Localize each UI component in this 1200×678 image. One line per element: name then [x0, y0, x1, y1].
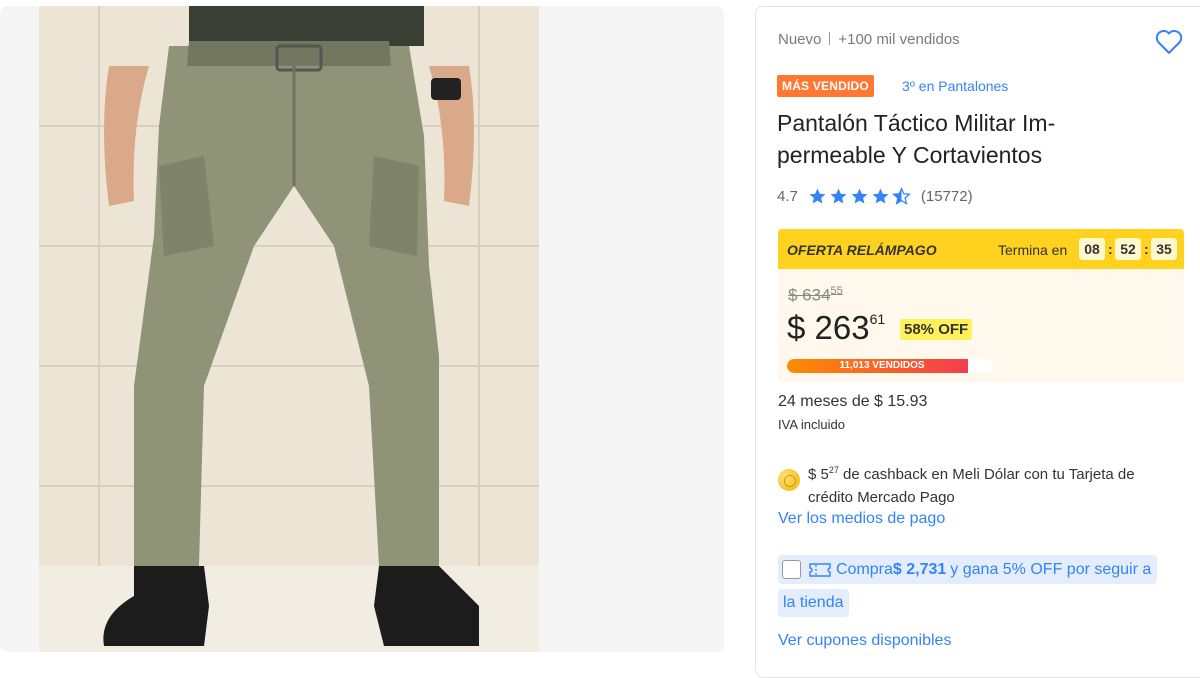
cashback-text: $ 527 de cashback en Meli Dólar con tu T…: [808, 459, 1178, 509]
coupon-line-2[interactable]: la tienda: [778, 589, 849, 617]
coupon-amount: $ 2,731: [892, 560, 947, 578]
product-photo[interactable]: [39, 6, 539, 652]
cashback-info: $ 527 de cashback en Meli Dólar con tu T…: [778, 459, 1178, 509]
coupon-checkbox[interactable]: [782, 560, 801, 579]
payment-methods-link[interactable]: Ver los medios de pago: [778, 510, 945, 528]
meli-dollar-coin-icon: [778, 469, 800, 491]
coupon-suffix: y gana 5% OFF por seguir a: [950, 560, 1152, 578]
best-seller-badge: MÁS VENDIDO: [777, 75, 874, 97]
current-price-amount: $ 263: [787, 309, 870, 346]
sold-progress-label: 11,013 VENDIDOS: [839, 360, 925, 371]
timer-hours: 08: [1079, 238, 1105, 260]
star-full-icon: [851, 188, 868, 204]
product-title: Pantalón Táctico Militar Im- permeable Y…: [777, 107, 1157, 171]
flash-deal-banner: OFERTA RELÁMPAGO Termina en 08 : 52 : 35: [778, 229, 1184, 269]
coupon-line[interactable]: Compra $ 2,731 y gana 5% OFF por seguir …: [778, 555, 1158, 584]
current-price-cents: 61: [869, 311, 886, 327]
original-price-cents: 55: [830, 285, 843, 297]
installments-info: 24 meses de $ 15.93: [778, 393, 928, 410]
favorite-button[interactable]: [1154, 27, 1184, 55]
timer-separator: :: [1108, 241, 1113, 257]
deal-ends-label: Termina en: [998, 242, 1068, 258]
original-price: $ 63455: [788, 285, 843, 306]
sold-progress-bar: 11,013 VENDIDOS: [787, 359, 993, 373]
rating-summary[interactable]: 4.7 (15772): [777, 187, 973, 206]
cashback-cents: 27: [828, 465, 839, 475]
timer-separator: :: [1144, 241, 1149, 257]
condition-label: Nuevo: [778, 31, 822, 48]
star-half-icon: [891, 187, 911, 205]
ticket-icon: [809, 562, 831, 577]
tax-info: IVA incluido: [778, 417, 845, 432]
flash-deal-label: OFERTA RELÁMPAGO: [787, 242, 937, 258]
product-title-line-1: Pantalón Táctico Militar Im-: [777, 110, 1056, 136]
timer-seconds: 35: [1151, 238, 1177, 260]
coupon-prefix: Compra: [836, 560, 893, 578]
category-rank-link[interactable]: 3º en Pantalones: [902, 78, 1008, 94]
timer-minutes: 52: [1115, 238, 1141, 260]
price-box: $ 63455 $ 26361 58% OFF 11,013 VENDIDOS: [778, 269, 1184, 382]
star-full-icon: [809, 188, 826, 204]
sold-count: +100 mil vendidos: [838, 31, 960, 48]
cashback-description: de cashback en Meli Dólar con tu Tarjeta…: [808, 466, 1135, 506]
review-count: (15772): [920, 188, 973, 205]
rating-stars: [808, 187, 913, 206]
original-price-amount: $ 634: [788, 285, 831, 305]
star-full-icon: [872, 188, 889, 204]
store-coupon[interactable]: Compra $ 2,731 y gana 5% OFF por seguir …: [778, 555, 1186, 617]
heart-icon: [1155, 30, 1183, 54]
product-meta: Nuevo +100 mil vendidos: [778, 31, 960, 48]
rating-value: 4.7: [777, 188, 798, 205]
discount-badge: 58% OFF: [900, 319, 973, 340]
product-image-gallery[interactable]: [0, 6, 724, 652]
view-coupons-link[interactable]: Ver cupones disponibles: [778, 632, 951, 650]
meta-separator: [829, 32, 831, 45]
product-info-panel: Nuevo +100 mil vendidos MÁS VENDIDO 3º en…: [755, 6, 1200, 678]
cashback-amount: $ 5: [808, 466, 829, 483]
star-full-icon: [830, 188, 847, 204]
current-price: $ 26361: [787, 309, 885, 347]
product-title-line-2: permeable Y Cortavientos: [777, 142, 1043, 168]
